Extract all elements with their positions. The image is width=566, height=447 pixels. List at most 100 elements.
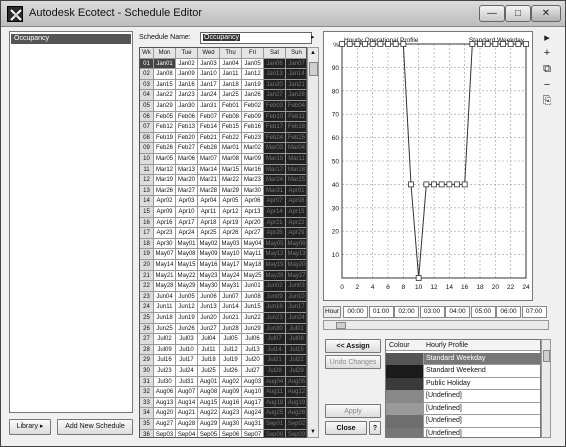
calendar-week-row[interactable]: 10 Mar05 Mar06 Mar07 Mar08 Mar09 Mar10 Mar11 — [140, 154, 306, 165]
day-cell[interactable]: May21 — [154, 270, 176, 282]
day-cell[interactable]: Apr21 — [264, 217, 286, 229]
day-cell[interactable]: May19 — [264, 260, 286, 271]
day-cell[interactable]: May29 — [176, 281, 198, 292]
profile-colour-swatch[interactable] — [386, 390, 424, 403]
calendar-week-row[interactable]: 30 Jul23 Jul24 Jul25 Jul26 Jul27 Jul28 Jul29 — [140, 366, 306, 377]
day-cell[interactable]: May18 — [242, 260, 264, 271]
calendar-week-row[interactable]: 15 Apr09 Apr10 Apr11 Apr12 Apr13 Apr14 Apr15 — [140, 207, 306, 218]
profile-row[interactable]: Standard Weekday — [386, 352, 540, 365]
calendar-week-row[interactable]: 16 Apr16 Apr17 Apr18 Apr19 Apr20 Apr21 Apr22 — [140, 217, 306, 229]
day-cell[interactable]: Jan20 — [264, 79, 286, 91]
day-cell[interactable]: Jan11 — [220, 69, 242, 80]
calendar-week-row[interactable]: 17 Apr23 Apr24 Apr25 Apr26 Apr27 Apr28 Apr29 — [140, 228, 306, 239]
day-cell[interactable]: Jan13 — [264, 69, 286, 80]
day-cell[interactable]: Mar18 — [286, 164, 306, 176]
scroll-down-icon[interactable]: ▼ — [310, 429, 316, 435]
day-cell[interactable]: May14 — [154, 260, 176, 271]
calendar-week-row[interactable]: 18 Apr30 May01 May02 May03 May04 May05 May06 — [140, 238, 306, 250]
day-cell[interactable]: May02 — [198, 238, 220, 250]
day-cell[interactable]: Apr14 — [264, 207, 286, 218]
day-cell[interactable]: Jun12 — [176, 302, 198, 313]
day-cell[interactable]: Aug03 — [242, 376, 264, 388]
day-cell[interactable]: Sep05 — [198, 429, 220, 437]
day-cell[interactable]: Jan26 — [242, 90, 264, 101]
day-cell[interactable]: Jun11 — [154, 302, 176, 313]
day-cell[interactable]: Aug11 — [264, 387, 286, 398]
day-cell[interactable]: May30 — [198, 281, 220, 292]
day-cell[interactable]: Aug13 — [154, 397, 176, 409]
day-cell[interactable]: Mar01 — [220, 143, 242, 154]
day-cell[interactable]: May05 — [264, 238, 286, 250]
day-cell[interactable]: Feb05 — [154, 111, 176, 123]
day-cell[interactable]: Aug08 — [198, 387, 220, 398]
day-cell[interactable]: Jul09 — [154, 344, 176, 356]
day-cell[interactable]: May01 — [176, 238, 198, 250]
day-cell[interactable]: May08 — [176, 249, 198, 260]
day-cell[interactable]: Jul12 — [220, 344, 242, 356]
day-cell[interactable]: Apr23 — [154, 228, 176, 239]
day-cell[interactable]: Jun25 — [154, 323, 176, 335]
day-cell[interactable]: Mar11 — [286, 154, 306, 165]
day-cell[interactable]: May16 — [198, 260, 220, 271]
day-cell[interactable]: Feb14 — [198, 122, 220, 133]
day-cell[interactable]: May03 — [220, 238, 242, 250]
hour-cell[interactable]: 06:00 — [496, 306, 521, 318]
day-cell[interactable]: Jun23 — [264, 313, 286, 324]
day-cell[interactable]: Mar17 — [264, 164, 286, 176]
day-cell[interactable]: Jan15 — [154, 79, 176, 91]
day-cell[interactable]: Jan31 — [198, 101, 220, 112]
day-cell[interactable]: Apr25 — [198, 228, 220, 239]
day-cell[interactable]: May15 — [176, 260, 198, 271]
day-cell[interactable]: Jul22 — [286, 355, 306, 366]
day-cell[interactable]: Jul02 — [154, 334, 176, 345]
day-cell[interactable]: Aug19 — [286, 397, 306, 409]
hour-cell[interactable]: 01:00 — [368, 306, 394, 318]
day-cell[interactable]: Feb16 — [242, 122, 264, 133]
fit-view-icon[interactable]: ⧉ — [539, 63, 555, 77]
day-cell[interactable]: Mar25 — [286, 175, 306, 186]
day-cell[interactable]: Feb21 — [198, 132, 220, 144]
day-cell[interactable]: Sep04 — [176, 429, 198, 437]
day-cell[interactable]: Apr09 — [154, 207, 176, 218]
hour-cell[interactable]: 03:00 — [419, 306, 445, 318]
day-cell[interactable]: Mar06 — [176, 154, 198, 165]
day-cell[interactable]: Sep03 — [154, 429, 176, 437]
day-cell[interactable]: Apr30 — [154, 238, 176, 250]
day-cell[interactable]: Feb26 — [154, 143, 176, 154]
day-cell[interactable]: May22 — [176, 270, 198, 282]
day-cell[interactable]: Jul27 — [242, 366, 264, 377]
day-cell[interactable]: May11 — [242, 249, 264, 260]
day-cell[interactable]: Feb22 — [220, 132, 242, 144]
day-cell[interactable]: Jan10 — [198, 69, 220, 80]
day-cell[interactable]: Apr24 — [176, 228, 198, 239]
day-cell[interactable]: Jul05 — [220, 334, 242, 345]
calendar-vertical-scrollbar[interactable]: ▲ ▼ — [307, 47, 319, 438]
day-cell[interactable]: Jan02 — [176, 58, 198, 70]
calendar-week-row[interactable]: 35 Aug27 Aug28 Aug29 Aug30 Aug31 Sep01 Sep02 — [140, 419, 306, 430]
day-cell[interactable]: Jul20 — [242, 355, 264, 366]
day-cell[interactable]: Jun17 — [286, 302, 306, 313]
schedule-list[interactable]: Occupancy — [9, 31, 133, 413]
day-cell[interactable]: Aug21 — [176, 408, 198, 419]
day-cell[interactable]: Feb25 — [286, 132, 306, 144]
day-cell[interactable]: May17 — [220, 260, 242, 271]
day-cell[interactable]: Aug20 — [154, 408, 176, 419]
day-cell[interactable]: Apr20 — [242, 217, 264, 229]
day-cell[interactable]: Jul15 — [286, 344, 306, 356]
day-cell[interactable]: Aug14 — [176, 397, 198, 409]
day-cell[interactable]: Feb20 — [176, 132, 198, 144]
undo-changes-button[interactable]: Undo Changes — [325, 355, 381, 369]
day-cell[interactable]: Apr27 — [242, 228, 264, 239]
assign-button[interactable]: << Assign — [325, 339, 381, 353]
day-cell[interactable]: Aug15 — [198, 397, 220, 409]
profile-table-scrollbar[interactable] — [541, 339, 551, 438]
help-button[interactable]: ? — [369, 421, 381, 435]
day-cell[interactable]: Aug16 — [220, 397, 242, 409]
day-cell[interactable]: Jun18 — [154, 313, 176, 324]
calendar-week-row[interactable]: 24 Jun11 Jun12 Jun13 Jun14 Jun15 Jun16 Jun17 — [140, 302, 306, 313]
calendar-week-row[interactable]: 07 Feb12 Feb13 Feb14 Feb15 Feb16 Feb17 Feb18 — [140, 122, 306, 133]
day-cell[interactable]: May06 — [286, 238, 306, 250]
calendar-week-row[interactable]: 25 Jun18 Jun19 Jun20 Jun21 Jun22 Jun23 Jun24 — [140, 313, 306, 324]
day-cell[interactable]: May07 — [154, 249, 176, 260]
day-cell[interactable]: Jun29 — [242, 323, 264, 335]
